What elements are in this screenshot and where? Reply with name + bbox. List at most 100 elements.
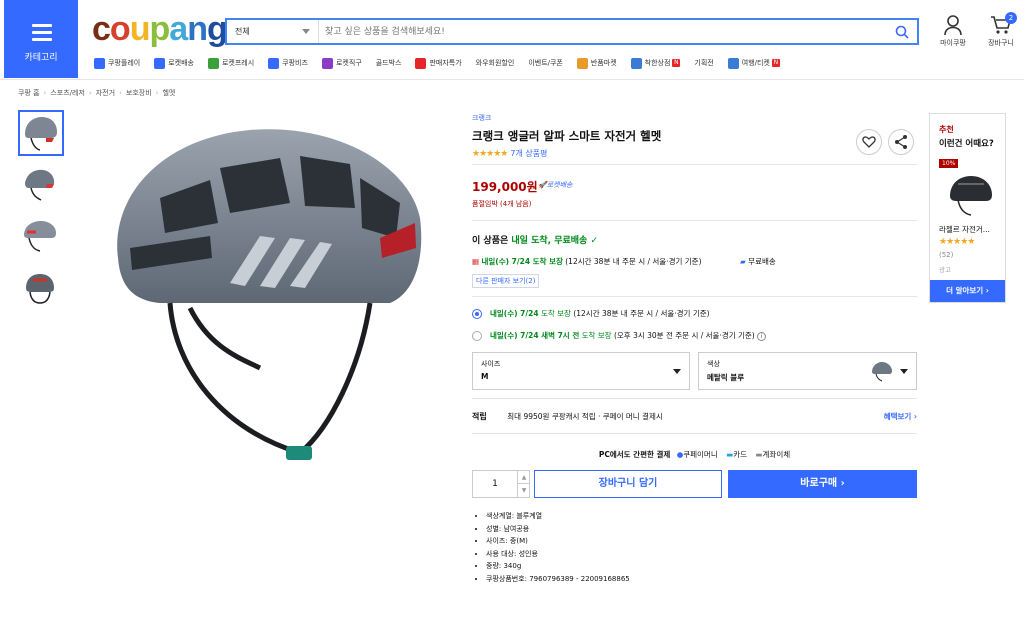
share-icon: [889, 135, 913, 158]
delivery-option-2[interactable]: 내일(수) 7/24 새벽 7시 전 도착 보장 (오후 3시 30분 전 주문…: [472, 330, 767, 341]
chevron-right-icon: ›: [88, 89, 92, 97]
divider: [472, 164, 917, 165]
category-label: 카테고리: [24, 53, 58, 63]
new-badge: N: [771, 59, 780, 67]
globe-icon: [321, 57, 333, 69]
percent-icon: [415, 57, 427, 69]
delivery-info: ▦ 내일(수) 7/24 도착 보장 (12시간 38분 내 주문 시 / 서울…: [472, 257, 702, 266]
nav-item[interactable]: 이벤트/쿠폰: [528, 56, 563, 70]
thumbnail-4[interactable]: [18, 266, 64, 312]
nav-item[interactable]: 골드박스: [376, 56, 402, 70]
box-icon: [576, 57, 588, 69]
nav-item[interactable]: 쿠팡비즈: [268, 56, 308, 70]
other-sellers-button[interactable]: 다른 판매자 보기(2): [472, 274, 540, 288]
attribute-item: 사이즈: 중(M): [486, 535, 630, 548]
share-button[interactable]: [888, 129, 914, 155]
quantity-stepper[interactable]: 1 ▲ ▼: [472, 470, 530, 498]
size-label: 사이즈: [481, 360, 501, 368]
discount-badge: 10%: [939, 159, 959, 168]
attribute-item: 성별: 남여공용: [486, 523, 630, 536]
brand-link[interactable]: 크랭크: [472, 113, 917, 123]
search-scope-select[interactable]: 전체: [227, 20, 319, 43]
rocket-icon: [154, 57, 166, 69]
nav-item[interactable]: 착한상점 N: [630, 56, 681, 70]
cart-button[interactable]: 2 장바구니: [983, 12, 1019, 48]
my-coupang-button[interactable]: 마이쿠팡: [935, 14, 971, 48]
nav-item[interactable]: 쿠팡플레이: [94, 56, 140, 70]
nav-item[interactable]: 반품마켓: [576, 56, 617, 70]
thumbnail-3[interactable]: [18, 214, 64, 260]
free-shipping: ▰ 무료배송: [740, 257, 776, 266]
main-product-image: [100, 108, 440, 478]
size-value: M: [481, 372, 489, 381]
divider: [472, 398, 917, 399]
nav-item[interactable]: 로켓배송: [154, 56, 194, 70]
thumbnail-2[interactable]: [18, 162, 64, 208]
attribute-list: 색상계열: 블루계열성별: 남여공용사이즈: 중(M)사용 대상: 성인용중량:…: [476, 510, 630, 585]
plane-icon: [727, 57, 739, 69]
biz-icon: [268, 57, 280, 69]
chevron-down-icon: [900, 369, 908, 374]
delivery-option-1[interactable]: 내일(수) 7/24 도착 보장 (12시간 38분 내 주문 시 / 서울·경…: [472, 308, 710, 319]
thumbnail-list: [18, 110, 66, 318]
rocket-fresh-icon: [207, 57, 219, 69]
breadcrumb-item[interactable]: 자전거: [96, 89, 115, 97]
radio-unselected[interactable]: [472, 331, 482, 341]
nav-item[interactable]: 기획전: [694, 56, 713, 70]
stock-notice: 품절임박 (4개 남음): [472, 200, 532, 208]
wishlist-button[interactable]: [856, 129, 882, 155]
search-icon[interactable]: [895, 24, 909, 43]
rocket-icon: 🚀: [538, 181, 547, 189]
shop-icon: [630, 57, 642, 69]
increase-button[interactable]: ▲: [517, 471, 530, 484]
breadcrumb-item[interactable]: 쿠팡 홈: [18, 89, 40, 97]
divider: [472, 220, 917, 221]
size-select[interactable]: 사이즈 M: [472, 352, 690, 390]
recommend-title: 이런건 어때요?: [939, 139, 994, 149]
recommend-tag: 추천: [939, 125, 954, 134]
chevron-down-icon: [302, 29, 310, 34]
buy-now-button[interactable]: 바로구매 ›: [728, 470, 917, 498]
review-count[interactable]: 7개 상품평: [510, 148, 547, 159]
color-select[interactable]: 색상 메탈릭 블루: [698, 352, 917, 390]
check-icon: ✓: [590, 236, 599, 246]
quantity-value[interactable]: 1: [473, 471, 517, 497]
coupang-logo[interactable]: coupang: [92, 10, 228, 49]
cart-icon: [990, 16, 1012, 38]
attribute-item: 사용 대상: 성인용: [486, 548, 630, 561]
new-badge: N: [672, 59, 681, 67]
recommend-product-name[interactable]: 라젤르 자전거...: [939, 224, 990, 235]
add-to-cart-button[interactable]: 장바구니 담기: [534, 470, 722, 498]
ad-label: 광고: [939, 266, 951, 274]
price: 199,000원: [472, 180, 538, 194]
bank-icon: ▬: [755, 450, 763, 459]
see-more-button[interactable]: 더 알아보기 ›: [930, 280, 1005, 302]
category-menu-button[interactable]: 카테고리: [4, 0, 78, 78]
nav-item[interactable]: 로켓프레시: [207, 56, 254, 70]
divider: [472, 296, 917, 297]
attribute-item: 중량: 340g: [486, 560, 630, 573]
nav-item[interactable]: 판매자특가: [415, 56, 462, 70]
breadcrumb-item[interactable]: 스포츠/레저: [50, 89, 85, 97]
breadcrumb-item[interactable]: 헬멧: [162, 89, 175, 97]
heart-icon: [857, 136, 881, 158]
divider: [472, 433, 917, 434]
product-info: 크랭크 크랭크 앵글러 알파 스마트 자전거 헬멧 ★★★★★ 7개 상품평: [472, 113, 917, 159]
reward-link[interactable]: 혜택보기 ›: [884, 411, 917, 422]
decrease-button[interactable]: ▼: [517, 484, 530, 497]
breadcrumb-item[interactable]: 보호장비: [126, 89, 152, 97]
nav-item[interactable]: 여행/티켓 N: [727, 56, 780, 70]
chevron-right-icon: ›: [43, 89, 47, 97]
search-input[interactable]: [325, 22, 885, 41]
thumbnail-1[interactable]: [18, 110, 64, 156]
search-bar: 전체: [225, 18, 919, 45]
cart-label: 장바구니: [988, 39, 1014, 47]
nav-item[interactable]: 와우회원할인: [476, 56, 515, 70]
cart-count-badge: 2: [1005, 12, 1017, 24]
nav-item[interactable]: 로켓직구: [321, 56, 362, 70]
recommend-image[interactable]: [946, 170, 996, 224]
rating[interactable]: ★★★★★ 7개 상품평: [472, 148, 917, 159]
reward-text: 최대 9950원 쿠팡캐시 적립 · 쿠페이 머니 결제시: [507, 412, 663, 421]
radio-selected[interactable]: [472, 309, 482, 319]
info-icon[interactable]: i: [757, 332, 767, 341]
